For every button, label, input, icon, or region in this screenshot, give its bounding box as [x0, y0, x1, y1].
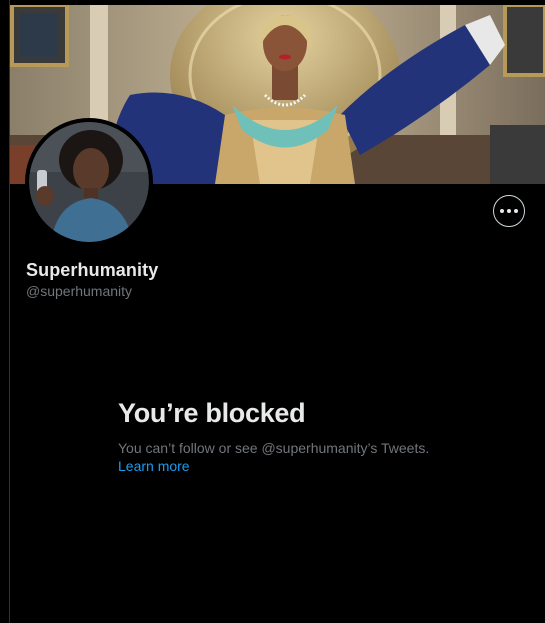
profile-handle: @superhumanity [26, 283, 133, 299]
blocked-title: You’re blocked [118, 398, 306, 428]
profile-display-name: Superhumanity [26, 260, 159, 280]
more-options-button[interactable] [493, 195, 525, 227]
avatar-image [29, 122, 149, 242]
blocked-description: You can’t follow or see @superhumanity’s… [118, 440, 430, 456]
profile-avatar[interactable] [25, 118, 153, 246]
more-horizontal-icon [500, 209, 518, 213]
profile-page: Superhumanity @superhumanity You’re bloc… [0, 0, 545, 623]
learn-more-link[interactable]: Learn more [118, 458, 190, 474]
left-column-divider [0, 0, 10, 623]
